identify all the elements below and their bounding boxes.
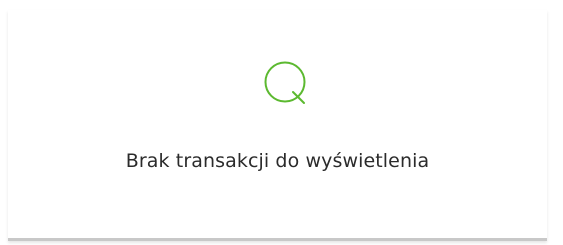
empty-state-card: Brak transakcji do wyświetlenia (8, 10, 547, 241)
search-icon (257, 54, 313, 110)
page: Brak transakcji do wyświetlenia (0, 0, 563, 245)
empty-state-message: Brak transakcji do wyświetlenia (125, 150, 430, 172)
search-icon-graphic (264, 61, 306, 104)
